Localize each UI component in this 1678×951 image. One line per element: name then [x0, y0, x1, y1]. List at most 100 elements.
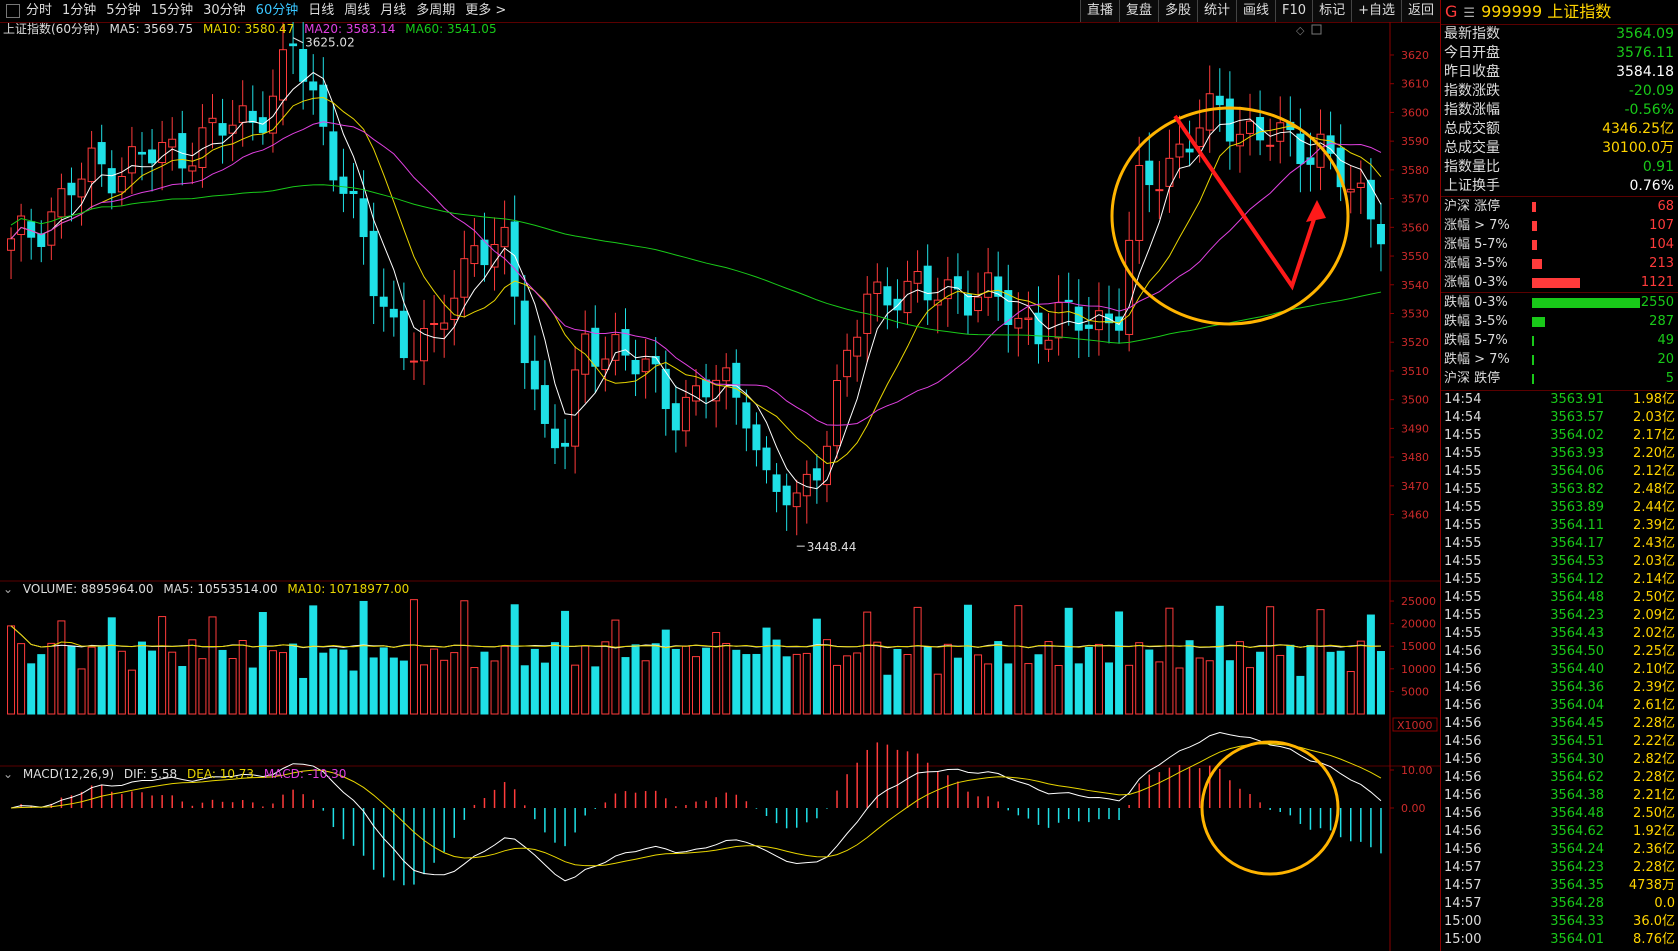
tick-volume: 2.22亿: [1633, 734, 1675, 749]
candle: [732, 362, 741, 398]
tick-time: 15:00: [1444, 932, 1482, 947]
ma20-value: MA20: 3583.14: [304, 22, 396, 36]
collapse-icon[interactable]: ⌄: [3, 582, 13, 596]
volume-bar: [631, 644, 640, 715]
price-axis-label: 3560: [1401, 221, 1429, 234]
tick-volume: 2.28亿: [1633, 716, 1675, 731]
toolbar-button-5[interactable]: F10: [1275, 0, 1313, 22]
candle: [1266, 144, 1275, 147]
tick-time: 14:57: [1444, 878, 1482, 893]
tick-row: 14:55 3563.89 2.44亿: [1441, 499, 1678, 517]
dist-bar: [1532, 374, 1534, 384]
candle: [208, 117, 217, 124]
volume-bar: [268, 650, 277, 715]
candle: [67, 182, 76, 196]
macd-dif: DIF: 5.58: [123, 767, 178, 781]
toolbar-button-3[interactable]: 统计: [1197, 0, 1237, 22]
volume-bar: [490, 660, 499, 715]
tick-time: 14:56: [1444, 716, 1482, 731]
stat-value: 3564.09: [1616, 26, 1674, 42]
toolbar-button-7[interactable]: +自选: [1351, 0, 1401, 22]
macd-value: MACD: -10.30: [263, 767, 347, 781]
tick-price: 3564.24: [1550, 842, 1604, 857]
tick-price: 3564.11: [1550, 518, 1604, 533]
tab-period-9[interactable]: 多周期: [416, 0, 455, 22]
candle: [1346, 188, 1355, 193]
volume-axis-label: 10000: [1401, 663, 1436, 676]
tick-volume: 2.61亿: [1633, 698, 1675, 713]
stat-label: 最新指数: [1444, 26, 1500, 42]
toolbar-button-6[interactable]: 标记: [1312, 0, 1352, 22]
volume-bar: [349, 670, 358, 715]
tick-row: 14:56 3564.36 2.39亿: [1441, 679, 1678, 697]
tab-period-0[interactable]: 分时: [26, 0, 52, 22]
dist-value: 2550: [1640, 295, 1674, 310]
dist-bar: [1532, 317, 1545, 327]
tab-period-7[interactable]: 周线: [344, 0, 370, 22]
volume-bar: [1054, 664, 1063, 715]
tick-volume: 2.20亿: [1633, 446, 1675, 461]
tab-period-10[interactable]: 更多 >: [465, 0, 506, 22]
tick-time: 14:56: [1444, 680, 1482, 695]
toolbar-button-4[interactable]: 画线: [1236, 0, 1276, 22]
price-axis-label: 3540: [1401, 279, 1429, 292]
volume-bar: [651, 643, 660, 715]
candle: [37, 233, 46, 247]
menu-icon[interactable]: [6, 4, 20, 18]
tick-time: 14:57: [1444, 896, 1482, 911]
tick-time: 14:55: [1444, 482, 1482, 497]
tick-volume: 1.98亿: [1633, 392, 1675, 407]
toolbar-button-8[interactable]: 返回: [1400, 0, 1440, 22]
price-axis-label: 3530: [1401, 307, 1429, 320]
tick-volume: 2.50亿: [1633, 590, 1675, 605]
kline-chart[interactable]: 3620 3610 3600 3590 3580 3570 3560 3550 3540 3530…: [0, 22, 1440, 951]
tick-time: 14:55: [1444, 428, 1482, 443]
candle: [1084, 324, 1093, 329]
tab-period-8[interactable]: 月线: [380, 0, 406, 22]
dist-row: 跌幅 > 7% 20: [1441, 350, 1678, 369]
candle: [97, 142, 106, 165]
volume-bar: [409, 599, 418, 715]
toolbar-button-2[interactable]: 多股: [1157, 0, 1197, 22]
volume-bar: [57, 620, 66, 715]
candle: [289, 43, 298, 47]
tab-period-2[interactable]: 5分钟: [106, 0, 140, 22]
candle: [591, 327, 600, 367]
candle: [1054, 302, 1063, 339]
tab-period-4[interactable]: 30分钟: [203, 0, 246, 22]
tab-period-3[interactable]: 15分钟: [151, 0, 194, 22]
volume-bar: [984, 663, 993, 715]
collapse-icon[interactable]: ⌄: [3, 767, 13, 781]
tick-row: 14:56 3564.62 1.92亿: [1441, 823, 1678, 841]
volume-bar: [1235, 641, 1244, 715]
diamond-icon: ◇: [1296, 24, 1305, 37]
tick-time: 14:56: [1444, 752, 1482, 767]
candle: [893, 298, 902, 311]
tab-period-6[interactable]: 日线: [308, 0, 334, 22]
volume-bar: [1225, 660, 1234, 715]
stat-label: 昨日收盘: [1444, 64, 1500, 80]
toolbar-button-1[interactable]: 复盘: [1118, 0, 1158, 22]
volume-bar: [1014, 605, 1023, 715]
tab-period-5[interactable]: 60分钟: [256, 0, 299, 22]
volume-bar: [1306, 645, 1315, 715]
volume-bar: [1145, 649, 1154, 715]
menu-icon[interactable]: ☰: [1463, 6, 1475, 21]
tick-row: 14:54 3563.91 1.98亿: [1441, 391, 1678, 409]
tab-period-1[interactable]: 1分钟: [62, 0, 96, 22]
dist-value: 104: [1649, 237, 1674, 252]
toolbar-button-0[interactable]: 直播: [1079, 0, 1119, 22]
price-axis-label: 3610: [1401, 78, 1429, 91]
price-axis-label: 3460: [1401, 509, 1429, 522]
volume-bar: [641, 660, 650, 715]
tick-list[interactable]: 14:54 3563.91 1.98亿 14:54 3563.57 2.03亿 14:55 3…: [1441, 391, 1678, 949]
quote-code: 999999: [1481, 2, 1543, 21]
tick-price: 3564.50: [1550, 644, 1604, 659]
candle: [188, 165, 197, 172]
tick-row: 14:56 3564.45 2.28亿: [1441, 715, 1678, 733]
tick-volume: 2.09亿: [1633, 608, 1675, 623]
volume-bar: [329, 648, 338, 715]
period-list: 分时 1分钟 5分钟 15分钟 30分钟 60分钟 日线 周线 月线 多周期 更多 >: [26, 0, 516, 22]
dist-label: 跌幅 3-5%: [1444, 314, 1508, 329]
tick-price: 3564.48: [1550, 806, 1604, 821]
